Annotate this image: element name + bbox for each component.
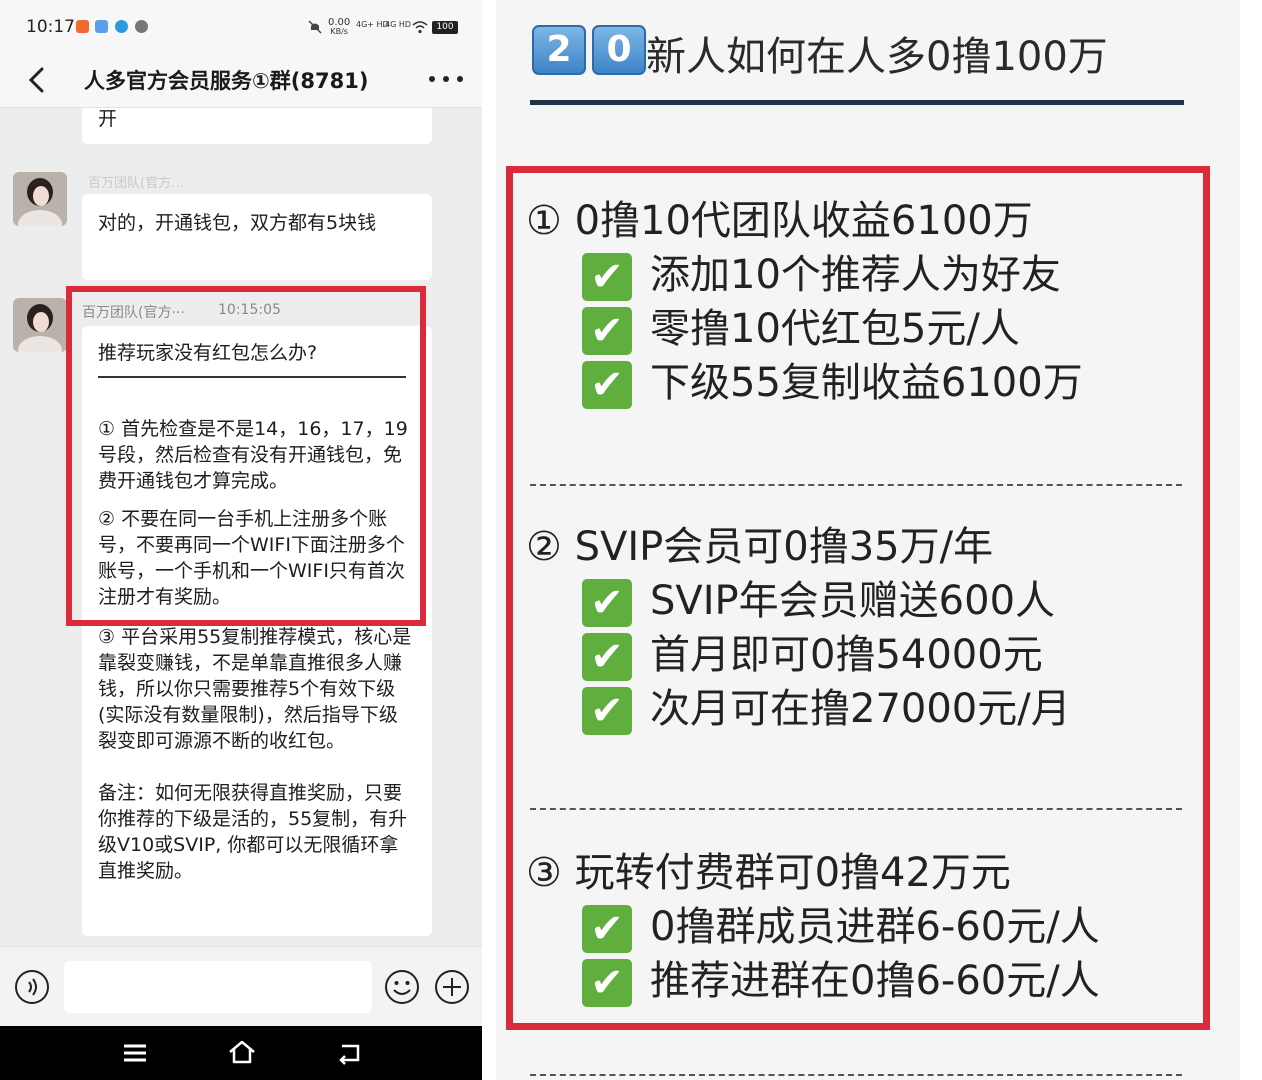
check-mark-icon: ✔ [582, 579, 632, 627]
back-icon[interactable] [334, 1038, 366, 1068]
qq-icon [115, 20, 128, 33]
keycap-digit: 0 [592, 25, 646, 75]
check-mark-icon: ✔ [582, 959, 632, 1007]
menu-icon[interactable] [120, 1040, 150, 1066]
check-mark-icon: ✔ [582, 253, 632, 301]
voice-icon[interactable] [14, 969, 50, 1005]
signal-icon: 4G HD [385, 20, 412, 29]
check-mark-icon: ✔ [582, 633, 632, 681]
message-input[interactable] [64, 961, 372, 1013]
list-item: ✔ 推荐进群在0撸6-60元/人 [582, 948, 1100, 1007]
chat-screen: 10:17 0.00 KB/s 4G+ HD 4G HD 100 人多官方会员服… [0, 0, 482, 1080]
avatar[interactable] [13, 298, 67, 352]
check-mark-icon: ✔ [582, 905, 632, 953]
title-underline [530, 100, 1184, 105]
check-mark-icon: ✔ [582, 307, 632, 355]
section-heading: ③ 玩转付费群可0撸42万元 [526, 850, 1011, 896]
message-list[interactable]: 开 百万团队(官方… 对的，开通钱包，双方都有5块钱 百万团队(官方··· 10… [0, 108, 482, 946]
list-item: ✔ 首月即可0撸54000元 [582, 622, 1043, 681]
poster-panel: 2 0 新人如何在人多0撸100万 ① 0撸10代团队收益6100万 ✔ 添加10… [496, 0, 1240, 1080]
home-icon[interactable] [226, 1038, 258, 1068]
keycap-digit: 2 [532, 25, 586, 75]
section-divider [530, 1074, 1182, 1076]
list-item: ✔ 次月可在撸27000元/月 [582, 676, 1071, 735]
back-arrow-icon[interactable] [22, 64, 54, 96]
list-item: ✔ SVIP年会员赠送600人 [582, 568, 1055, 627]
more-options-icon[interactable] [424, 64, 468, 94]
section-divider [530, 808, 1182, 810]
answer-paragraph: ③ 平台采用55复制推荐模式，核心是靠裂变赚钱，不是单靠直推很多人赚钱，所以你只… [98, 626, 412, 752]
poster-title: 新人如何在人多0撸100万 [646, 34, 1108, 80]
list-item: ✔ 添加10个推荐人为好友 [582, 242, 1061, 301]
battery-icon: 100 [432, 21, 458, 34]
list-item: ✔ 下级55复制收益6100万 [582, 350, 1083, 409]
wifi-icon [412, 21, 428, 34]
answer-paragraph: 备注：如何无限获得直推奖励，只要你推荐的下级是活的，55复制，有升级V10或SV… [98, 782, 408, 882]
highlight-box [66, 286, 426, 626]
app-notification-icon [76, 20, 89, 33]
mute-icon [308, 20, 322, 34]
emoji-icon[interactable] [384, 969, 420, 1005]
status-time: 10:17 [26, 17, 75, 37]
signal-icon: 4G+ HD [356, 20, 389, 29]
check-mark-icon: ✔ [582, 687, 632, 735]
sender-name: 百万团队(官方… [88, 176, 185, 191]
status-bar: 10:17 0.00 KB/s 4G+ HD 4G HD 100 [0, 0, 482, 56]
chat-header: 人多官方会员服务①群(8781) [0, 56, 482, 108]
section-heading: ② SVIP会员可0撸35万/年 [526, 524, 994, 570]
check-mark-icon: ✔ [582, 361, 632, 409]
app-notification-icon [95, 20, 108, 33]
system-nav-bar [0, 1026, 482, 1080]
plus-icon[interactable] [434, 969, 470, 1005]
wechat-icon [135, 20, 148, 33]
avatar[interactable] [13, 172, 67, 226]
chat-title: 人多官方会员服务①群(8781) [84, 69, 369, 93]
list-item: ✔ 零撸10代红包5元/人 [582, 296, 1020, 355]
message-bubble: 开 [82, 108, 432, 144]
section-heading: ① 0撸10代团队收益6100万 [526, 198, 1033, 244]
list-item: ✔ 0撸群成员进群6-60元/人 [582, 894, 1100, 953]
section-divider [530, 484, 1182, 486]
page-margin [1240, 0, 1262, 1080]
input-bar [0, 946, 482, 1026]
message-bubble[interactable]: 对的，开通钱包，双方都有5块钱 [82, 194, 432, 280]
network-speed: 0.00 KB/s [328, 17, 351, 37]
